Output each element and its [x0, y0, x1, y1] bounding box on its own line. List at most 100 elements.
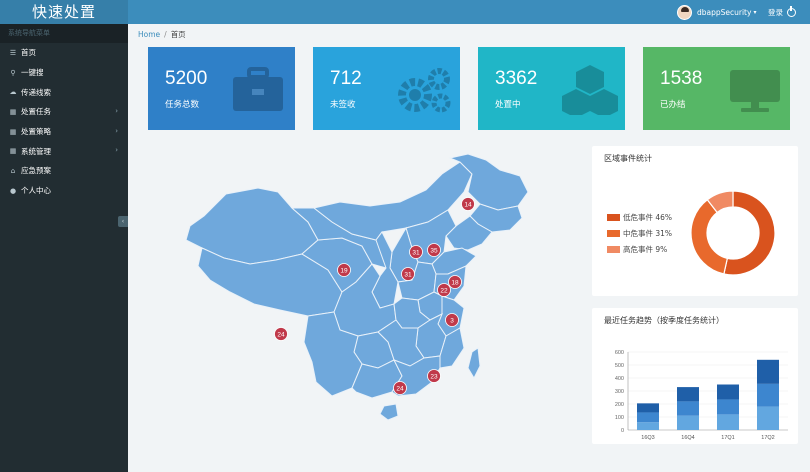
bank-icon: ⌂ [10, 166, 16, 175]
login-button[interactable]: 登录 [768, 2, 796, 22]
stat-value: 5200 [165, 68, 208, 89]
sidebar-collapse-handle[interactable]: ‹ [118, 216, 128, 227]
bar-segment[interactable] [637, 422, 659, 430]
sidebar-item-label: 处置任务 [21, 107, 51, 117]
chevron-right-icon: › [115, 126, 118, 135]
briefcase-icon [233, 67, 283, 111]
map-marker[interactable]: 18 [448, 275, 462, 289]
sidebar-item-label: 传递线索 [21, 87, 51, 97]
bar-segment[interactable] [757, 359, 779, 384]
sidebar: 系统导航菜单 ☰ 首页 ⚲ 一键搜 ☁ 传递线索 ▦ 处置任务 › ▦ 处置策略… [0, 24, 128, 472]
y-tick-label: 600 [615, 350, 624, 356]
bar-segment[interactable] [717, 384, 739, 400]
map-marker-label: 14 [464, 202, 472, 209]
top-navbar: 快速处置 dbappSecurity ▾ 登录 [0, 0, 810, 24]
legend-swatch [607, 214, 620, 221]
legend-swatch [607, 230, 620, 237]
x-tick-label: 16Q4 [681, 435, 694, 441]
bar-segment[interactable] [717, 414, 739, 430]
sidebar-item-search[interactable]: ⚲ 一键搜 [0, 63, 128, 83]
sidebar-item-tasks[interactable]: ▦ 处置任务 › [0, 102, 128, 122]
map-marker[interactable]: 31 [409, 245, 423, 259]
panel-title: 最近任务趋势（按季度任务统计） [604, 316, 724, 325]
bar-segment[interactable] [677, 387, 699, 402]
sidebar-item-label: 首页 [21, 48, 36, 58]
sidebar-item-profile[interactable]: ● 个人中心 [0, 181, 128, 201]
map-regions [185, 153, 529, 421]
legend-item[interactable]: 低危事件 46% [607, 212, 672, 223]
map-marker-label: 31 [404, 272, 412, 279]
login-label: 登录 [768, 7, 783, 17]
bar-segment[interactable] [677, 401, 699, 416]
sidebar-item-home[interactable]: ☰ 首页 [0, 43, 128, 63]
stat-box-unsigned[interactable]: 712 未签收 [313, 47, 460, 130]
sidebar-item-label: 处置策略 [21, 127, 51, 137]
map-marker[interactable]: 24 [274, 327, 288, 341]
avatar [677, 4, 692, 20]
y-tick-label: 200 [615, 402, 624, 408]
y-tick-label: 100 [615, 415, 624, 421]
y-tick-label: 500 [615, 363, 624, 369]
bar-segment[interactable] [757, 406, 779, 430]
map-marker-label: 18 [451, 280, 459, 287]
sidebar-item-label: 系统管理 [21, 146, 51, 156]
stat-box-processing[interactable]: 3362 处置中 [478, 47, 625, 130]
panel-title: 区域事件统计 [604, 154, 652, 163]
breadcrumb-home[interactable]: Home [138, 30, 160, 39]
user-menu[interactable]: dbappSecurity ▾ [677, 2, 756, 22]
map-marker-label: 19 [340, 268, 348, 275]
map-marker[interactable]: 35 [427, 243, 441, 257]
chevron-right-icon: › [115, 146, 118, 155]
donut-slice[interactable] [690, 198, 729, 275]
legend-item[interactable]: 中危事件 31% [607, 228, 672, 239]
stat-value: 712 [330, 68, 362, 89]
chevron-right-icon: › [115, 107, 118, 116]
map-marker[interactable]: 19 [337, 263, 351, 277]
map-marker-label: 24 [396, 386, 404, 393]
breadcrumb: Home / 首页 [138, 30, 186, 39]
map-marker[interactable]: 31 [401, 267, 415, 281]
stat-value: 1538 [660, 68, 703, 89]
map-marker-label: 35 [430, 248, 438, 255]
y-tick-label: 300 [615, 389, 624, 395]
cloud-icon: ☁ [9, 88, 17, 97]
search-icon: ⚲ [10, 68, 16, 77]
stat-box-closed[interactable]: 1538 已办结 [643, 47, 790, 130]
bar-segment[interactable] [717, 399, 739, 415]
map-marker[interactable]: 23 [427, 369, 441, 383]
monitor-icon [730, 70, 780, 112]
sidebar-item-clues[interactable]: ☁ 传递线索 [0, 82, 128, 102]
sidebar-item-label: 个人中心 [21, 186, 51, 196]
user-icon: ● [9, 186, 17, 195]
app-title[interactable]: 快速处置 [0, 0, 128, 24]
menu-icon: ☰ [9, 48, 17, 57]
legend-item[interactable]: 高危事件 9% [607, 244, 667, 255]
map-marker-label: 31 [412, 250, 420, 257]
china-map[interactable]: 14 31 35 19 31 1822 3 24 24 23 [180, 152, 565, 432]
bar-chart[interactable]: 0 100 200 300 400 500 600 16Q3 16Q4 17Q1 17Q2 [592, 334, 798, 444]
donut-chart[interactable] [688, 188, 778, 278]
sidebar-item-system[interactable]: ▦ 系统管理 › [0, 141, 128, 161]
sidebar-item-strategy[interactable]: ▦ 处置策略 › [0, 122, 128, 142]
cubes-icon [562, 65, 618, 115]
grid-icon: ▦ [9, 127, 17, 136]
bar-segment[interactable] [637, 403, 659, 413]
username: dbappSecurity [697, 7, 752, 17]
bar-segment[interactable] [637, 412, 659, 423]
stat-label: 任务总数 [165, 100, 200, 110]
sidebar-item-label: 应急预案 [21, 166, 51, 176]
power-icon [787, 5, 796, 17]
map-marker[interactable]: 24 [393, 381, 407, 395]
grid-icon: ▦ [9, 107, 17, 116]
stat-box-total[interactable]: 5200 任务总数 [148, 47, 295, 130]
map-marker[interactable]: 14 [461, 197, 475, 211]
sidebar-item-emergency[interactable]: ⌂ 应急预案 [0, 161, 128, 181]
bar-segment[interactable] [757, 383, 779, 407]
region-event-panel: 区域事件统计 低危事件 46% 中危事件 31% 高危事件 9% [592, 146, 798, 296]
sidebar-item-label: 一键搜 [21, 68, 44, 78]
map-marker[interactable]: 3 [445, 313, 459, 327]
map-marker[interactable]: 22 [437, 283, 451, 297]
map-marker-label: 3 [450, 318, 454, 325]
bar-segment[interactable] [677, 415, 699, 430]
stat-label: 已办结 [660, 100, 686, 110]
